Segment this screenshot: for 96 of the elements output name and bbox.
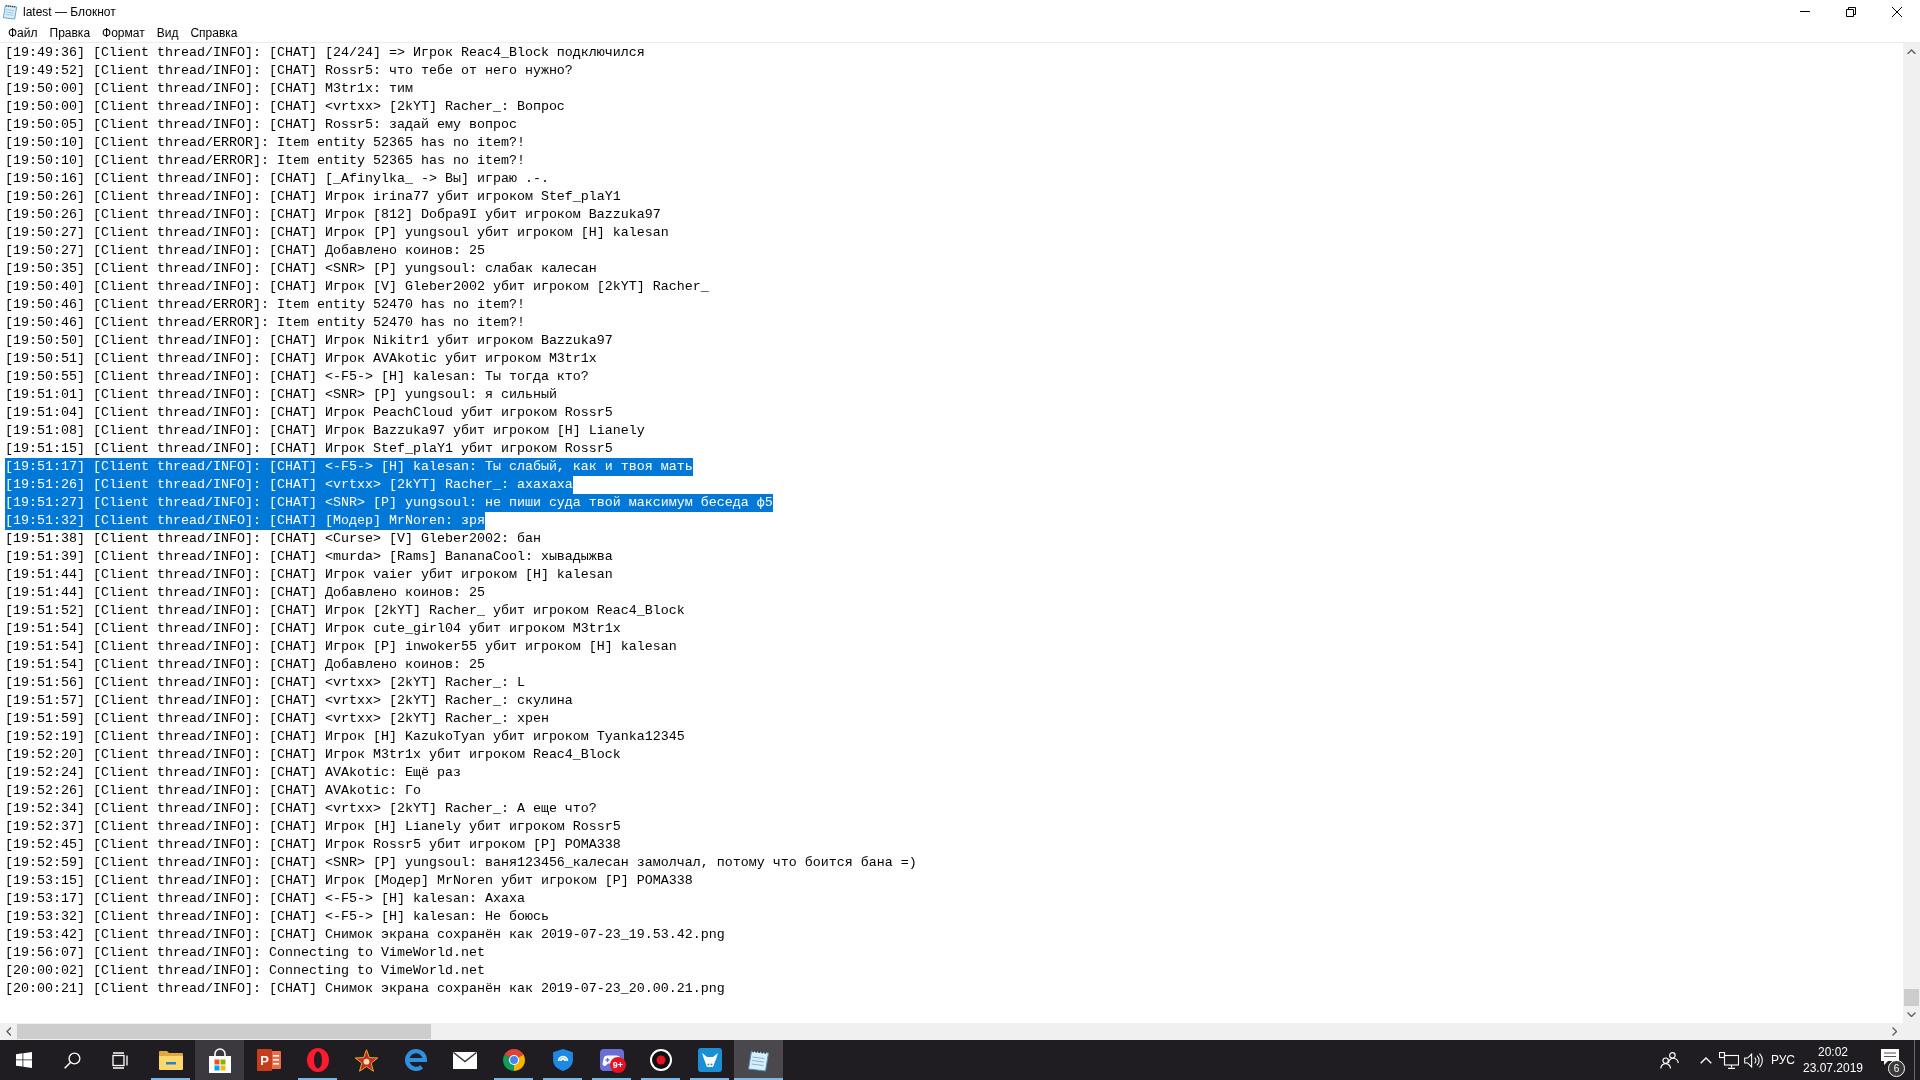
caret-down-icon xyxy=(1907,1011,1916,1018)
notification-badge: 9+ xyxy=(610,1057,626,1073)
caret-up-icon xyxy=(1907,48,1916,55)
log-line: [19:49:52] [Client thread/INFO]: [CHAT] Rossr5: что тебе от него нужно? xyxy=(5,62,573,80)
caret-left-icon xyxy=(5,1027,12,1036)
log-line: [20:00:21] [Client thread/INFO]: [CHAT] Снимок экрана сохранён как 2019-07-23_20.00.21.png xyxy=(5,980,725,998)
log-line: [19:52:59] [Client thread/INFO]: [CHAT] <SNR> [P] yungsoul: ваня123456_калесан замолчал, потому что боится бана =) xyxy=(5,854,917,872)
log-line: [19:50:51] [Client thread/INFO]: [CHAT] Игрок AVAkotic убит игроком M3tr1x xyxy=(5,350,597,368)
log-line: [19:51:52] [Client thread/INFO]: [CHAT] Игрок [2kYT] Racher_ убит игроком Reac4_Block xyxy=(5,602,685,620)
log-line: [19:51:08] [Client thread/INFO]: [CHAT] Игрок Bazzuka97 убит игроком [H] Lianely xyxy=(5,422,645,440)
log-line: [19:51:39] [Client thread/INFO]: [CHAT] <murda> [Rams] BananaCool: хывадыжва xyxy=(5,548,613,566)
log-line: [19:50:46] [Client thread/ERROR]: Item entity 52470 has no item?! xyxy=(5,314,525,332)
vertical-scrollbar[interactable] xyxy=(1903,43,1920,1023)
animal-head-icon xyxy=(697,1048,722,1072)
log-line: [19:51:56] [Client thread/INFO]: [CHAT] <vrtxx> [2kYT] Racher_: L xyxy=(5,674,525,692)
log-line: [19:53:17] [Client thread/INFO]: [CHAT] <-F5-> [H] kalesan: Ахаха xyxy=(5,890,525,908)
shopping-bag-icon xyxy=(208,1047,231,1073)
menu-item[interactable]: Справка xyxy=(184,23,244,42)
log-line: [19:50:10] [Client thread/ERROR]: Item entity 52365 has no item?! xyxy=(5,152,525,170)
log-line: [19:52:20] [Client thread/INFO]: [CHAT] Игрок M3tr1x убит игроком Reac4_Block xyxy=(5,746,621,764)
log-line: [19:50:27] [Client thread/INFO]: [CHAT] Добавлено коинов: 25 xyxy=(5,242,485,260)
log-line: [19:51:57] [Client thread/INFO]: [CHAT] <vrtxx> [2kYT] Racher_: скулина xyxy=(5,692,573,710)
log-line: [19:51:54] [Client thread/INFO]: [CHAT] Игрок cute_girl04 убит игроком M3tr1x xyxy=(5,620,621,638)
minimize-icon xyxy=(1800,11,1810,12)
log-line: [19:52:19] [Client thread/INFO]: [CHAT] Игрок [H] KazukoTyan убит игроком Tyanka12345 xyxy=(5,728,685,746)
log-line: [19:50:00] [Client thread/INFO]: [CHAT] <vrtxx> [2kYT] Racher_: Вопрос xyxy=(5,98,565,116)
caret-right-icon xyxy=(1891,1027,1898,1036)
log-line: [19:50:50] [Client thread/INFO]: [CHAT] Игрок Nikitr1 убит игроком Bazzuka97 xyxy=(5,332,613,350)
log-line: [19:51:15] [Client thread/INFO]: [CHAT] Игрок Stef_plaY1 убит игроком Rossr5 xyxy=(5,440,613,458)
log-line: [19:51:54] [Client thread/INFO]: [CHAT] Добавлено коинов: 25 xyxy=(5,656,485,674)
language-indicator[interactable]: РУС xyxy=(1766,1040,1800,1080)
star-emblem-icon xyxy=(354,1048,379,1072)
log-line: [19:53:42] [Client thread/INFO]: [CHAT] Снимок экрана сохранён как 2019-07-23_19.53.42.png xyxy=(5,926,725,944)
log-line: [19:56:07] [Client thread/INFO]: Connecting to VimeWorld.net xyxy=(5,944,485,962)
scrollbar-thumb[interactable] xyxy=(17,1024,431,1039)
segmented-circle-icon xyxy=(502,1049,525,1071)
windows-logo-icon xyxy=(16,1052,32,1068)
log-line: [19:50:46] [Client thread/ERROR]: Item entity 52470 has no item?! xyxy=(5,296,525,314)
log-line: [19:52:26] [Client thread/INFO]: [CHAT] AVAkotic: Го xyxy=(5,782,421,800)
menu-item[interactable]: Файл xyxy=(2,23,44,42)
scrollbar-thumb[interactable] xyxy=(1904,989,1919,1006)
log-line: [19:52:24] [Client thread/INFO]: [CHAT] AVAkotic: Ещё раз xyxy=(5,764,461,782)
log-line: [19:50:10] [Client thread/ERROR]: Item entity 52365 has no item?! xyxy=(5,134,525,152)
e-logo-icon xyxy=(404,1049,427,1071)
log-line: [19:50:05] [Client thread/INFO]: [CHAT] Rossr5: задай ему вопрос xyxy=(5,116,517,134)
menu-item[interactable]: Формат xyxy=(96,23,151,42)
envelope-icon xyxy=(452,1051,477,1069)
network-icon xyxy=(1719,1051,1739,1069)
restore-icon xyxy=(1846,6,1856,17)
speech-bubble-icon xyxy=(1880,1048,1900,1066)
log-line: [19:51:44] [Client thread/INFO]: [CHAT] Добавлено коинов: 25 xyxy=(5,584,485,602)
log-line: [19:50:27] [Client thread/INFO]: [CHAT] Игрок [P] yungsoul убит игроком [H] kalesan xyxy=(5,224,669,242)
horizontal-scrollbar[interactable] xyxy=(0,1023,1903,1040)
taskbar-button[interactable] xyxy=(195,1040,244,1080)
log-line: [19:52:34] [Client thread/INFO]: [CHAT] <vrtxx> [2kYT] Racher_: А еще что? xyxy=(5,800,597,818)
log-line: [19:52:45] [Client thread/INFO]: [CHAT] Игрок Rossr5 убит игроком [P] POMA338 xyxy=(5,836,621,854)
menu-item[interactable]: Правка xyxy=(43,23,97,42)
clock-date[interactable]: 23.07.2019 xyxy=(1802,1060,1864,1076)
log-line: [19:51:54] [Client thread/INFO]: [CHAT] Игрок [P] inwoker55 убит игроком [H] kalesan xyxy=(5,638,677,656)
volume-icon xyxy=(1744,1052,1763,1068)
log-line: [19:51:01] [Client thread/INFO]: [CHAT] <SNR> [P] yungsoul: я сильный xyxy=(5,386,557,404)
log-line: [19:50:26] [Client thread/INFO]: [CHAT] Игрок irina77 убит игроком Stef_plaY1 xyxy=(5,188,621,206)
log-line: [19:53:15] [Client thread/INFO]: [CHAT] Игрок [Модер] MrNoren убит игроком [P] POMA338 xyxy=(5,872,693,890)
notification-count-badge: 6 xyxy=(1888,1060,1905,1077)
log-line: [19:53:32] [Client thread/INFO]: [CHAT] <-F5-> [H] kalesan: Не боюсь xyxy=(5,908,549,926)
menu-item[interactable]: Вид xyxy=(150,23,185,42)
ring-icon xyxy=(306,1048,329,1072)
log-line: [19:51:59] [Client thread/INFO]: [CHAT] <vrtxx> [2kYT] Racher_: хрен xyxy=(5,710,549,728)
log-line: [19:50:26] [Client thread/INFO]: [CHAT] Игрок [812] Doбpa9I убит игроком Bazzuka97 xyxy=(5,206,661,224)
log-line: [19:50:35] [Client thread/INFO]: [CHAT] <SNR> [P] yungsoul: слабак калесан xyxy=(5,260,597,278)
taskbar-button[interactable]: P xyxy=(244,1040,293,1080)
log-line: [19:51:04] [Client thread/INFO]: [CHAT] Игрок PeachCloud убит игроком Rossr5 xyxy=(5,404,613,422)
close-icon xyxy=(1892,6,1902,17)
record-icon xyxy=(649,1049,672,1071)
log-line: [19:49:36] [Client thread/INFO]: [CHAT] [24/24] => Игрок Reac4_Block подключился xyxy=(5,44,645,62)
shield-icon xyxy=(552,1049,573,1071)
notepad-icon xyxy=(3,3,17,20)
notifications-button[interactable]: 6 xyxy=(1866,1040,1914,1080)
window-title: latest — Блокнот xyxy=(23,4,116,19)
task-view-icon xyxy=(112,1051,128,1069)
taskbar-button[interactable] xyxy=(734,1040,783,1080)
log-line: [19:50:55] [Client thread/INFO]: [CHAT] <-F5-> [H] kalesan: Ты тогда кто? xyxy=(5,368,589,386)
log-line: [19:50:40] [Client thread/INFO]: [CHAT] Игрок [V] Gleber2002 убит игроком [2kYT] Racher_ xyxy=(5,278,709,296)
folder-icon xyxy=(158,1050,183,1070)
log-line: [19:51:38] [Client thread/INFO]: [CHAT] <Curse> [V] Gleber2002: бан xyxy=(5,530,541,548)
log-line: [19:52:37] [Client thread/INFO]: [CHAT] Игрок [H] Lianely убит игроком Rossr5 xyxy=(5,818,621,836)
notepad-icon xyxy=(748,1048,769,1072)
taskbar-button[interactable]: 9+ xyxy=(587,1040,636,1080)
log-line: [19:51:44] [Client thread/INFO]: [CHAT] Игрок vaier убит игроком [H] kalesan xyxy=(5,566,613,584)
search-icon xyxy=(63,1051,81,1069)
clock-time[interactable]: 20:02 xyxy=(1818,1044,1848,1060)
log-line: [19:50:16] [Client thread/INFO]: [CHAT] [_Afinylka_ -> Вы] играю .-. xyxy=(5,170,549,188)
chevron-up-icon xyxy=(1699,1056,1712,1064)
people-icon xyxy=(1659,1051,1679,1069)
log-line: [20:00:02] [Client thread/INFO]: Connecting to VimeWorld.net xyxy=(5,962,485,980)
log-line: [19:50:00] [Client thread/INFO]: [CHAT] M3tr1x: тим xyxy=(5,80,413,98)
